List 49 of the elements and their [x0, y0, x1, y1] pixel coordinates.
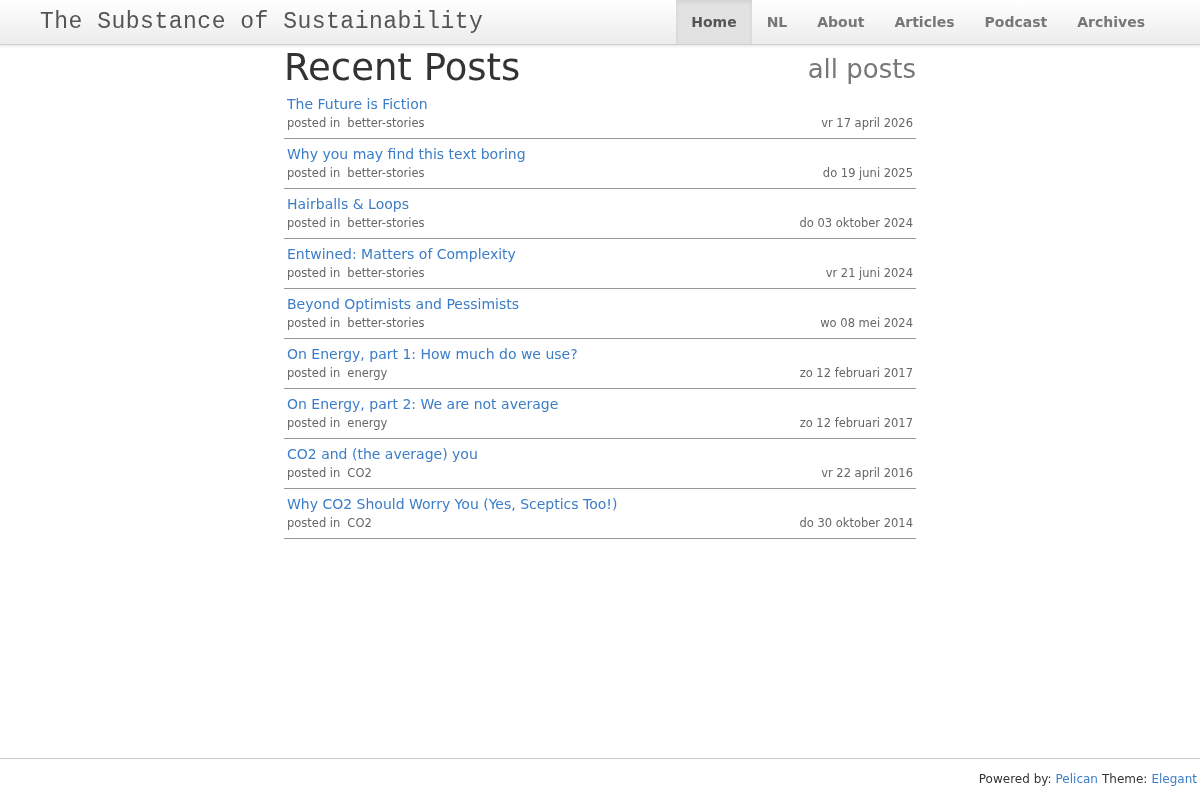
post-category: energy: [347, 415, 388, 432]
post-date: vr 17 april 2026: [821, 115, 913, 132]
post-title-link[interactable]: Why you may find this text boring: [287, 145, 526, 163]
post-date: do 30 oktober 2014: [799, 515, 913, 532]
nav-link[interactable]: Articles: [879, 0, 970, 44]
posted-in-label: posted in: [287, 215, 341, 232]
post-title-link[interactable]: Why CO2 Should Worry You (Yes, Sceptics Too!): [287, 495, 618, 513]
post-category: CO2: [347, 515, 372, 532]
nav-link[interactable]: Archives: [1062, 0, 1160, 44]
post-title-link[interactable]: The Future is Fiction: [287, 95, 428, 113]
nav-link[interactable]: NL: [751, 0, 803, 44]
post-title-link[interactable]: On Energy, part 1: How much do we use?: [287, 345, 578, 363]
post-title-link[interactable]: Hairballs & Loops: [287, 195, 409, 213]
elegant-link[interactable]: Elegant: [1151, 772, 1197, 786]
post-date: vr 21 juni 2024: [825, 265, 913, 282]
post-date: do 19 juni 2025: [822, 165, 913, 182]
post-date: do 03 oktober 2024: [799, 215, 913, 232]
nav-link[interactable]: Podcast: [969, 0, 1063, 44]
post-title-link[interactable]: Beyond Optimists and Pessimists: [287, 295, 520, 313]
site-title: The Substance of Sustainability: [40, 9, 484, 35]
posted-in-label: posted in: [287, 115, 341, 132]
theme-label: Theme:: [1101, 772, 1148, 786]
posted-in-label: posted in: [287, 465, 341, 482]
posted-in-label: posted in: [287, 415, 341, 432]
post-category: better-stories: [347, 115, 425, 132]
posted-in-label: posted in: [287, 315, 341, 332]
posted-in-label: posted in: [287, 515, 341, 532]
post-category: better-stories: [347, 265, 425, 282]
post-category: energy: [347, 365, 388, 382]
post-title-link[interactable]: On Energy, part 2: We are not average: [287, 395, 559, 413]
all-posts-link[interactable]: all posts: [807, 51, 916, 87]
nav-link[interactable]: Home: [676, 0, 752, 44]
post-category: better-stories: [347, 165, 425, 182]
posted-in-label: posted in: [287, 365, 341, 382]
post-category: better-stories: [347, 215, 425, 232]
post-date: zo 12 februari 2017: [799, 365, 913, 382]
posted-in-label: posted in: [287, 265, 341, 282]
post-title-link[interactable]: CO2 and (the average) you: [287, 445, 478, 463]
post-category: better-stories: [347, 315, 425, 332]
posted-in-label: posted in: [287, 165, 341, 182]
nav-link[interactable]: About: [802, 0, 880, 44]
post-category: CO2: [347, 465, 372, 482]
post-date: wo 08 mei 2024: [820, 315, 913, 332]
pelican-link[interactable]: Pelican: [1055, 772, 1098, 786]
post-date: vr 22 april 2016: [821, 465, 913, 482]
post-date: zo 12 februari 2017: [799, 415, 913, 432]
powered-by-label: Powered by:: [978, 772, 1052, 786]
post-title-link[interactable]: Entwined: Matters of Complexity: [287, 245, 516, 263]
page-heading: Recent Posts: [284, 47, 521, 89]
